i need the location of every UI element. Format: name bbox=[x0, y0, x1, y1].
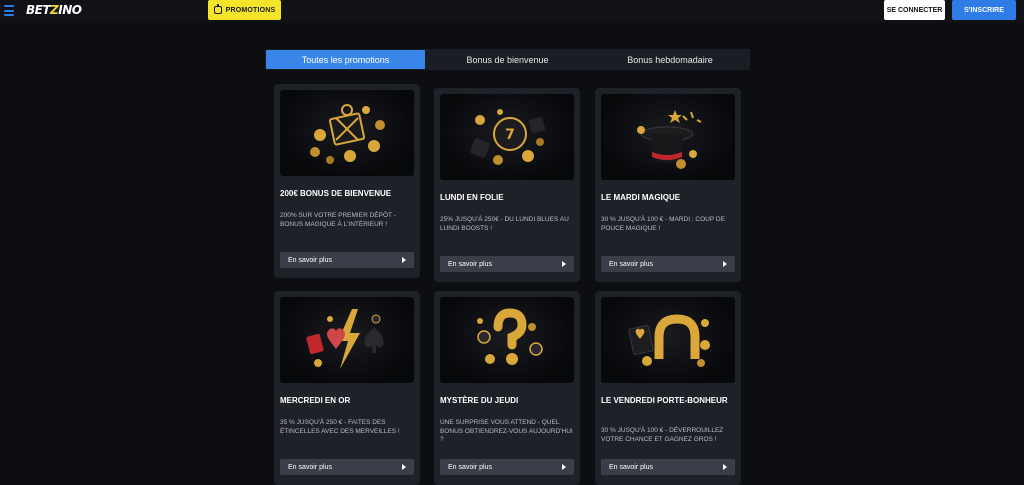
signup-label: S'INSCRIRE bbox=[964, 6, 1004, 14]
tab-welcome-bonus[interactable]: Bonus de bienvenue bbox=[425, 49, 590, 70]
promo-card: MERCREDI EN OR 35 % JUSQU'À 250 € - FAIT… bbox=[274, 291, 420, 485]
logo[interactable]: BETZINO bbox=[26, 2, 82, 18]
promo-card: LE MARDI MAGIQUE 30 % JUSQU'À 100 € - MA… bbox=[595, 88, 741, 282]
card-title: LE VENDREDI PORTE-BONHEUR bbox=[601, 396, 728, 405]
promotions-button[interactable]: PROMOTIONS bbox=[208, 0, 281, 20]
question-mark-coins-icon bbox=[440, 297, 574, 383]
svg-text:7: 7 bbox=[505, 127, 515, 143]
play-arrow-icon bbox=[562, 464, 566, 470]
gift-box-coins-icon bbox=[280, 90, 414, 176]
card-description: 200% SUR VOTRE PREMIER DÉPÔT - BONUS MAG… bbox=[280, 212, 396, 228]
learn-more-button[interactable]: En savoir plus bbox=[440, 459, 574, 475]
promotions-label: PROMOTIONS bbox=[225, 6, 276, 14]
card-description: UNE SURPRISE VOUS ATTEND - QUEL BONUS OB… bbox=[440, 419, 573, 443]
card-title: 200€ BONUS DE BIENVENUE bbox=[280, 189, 392, 198]
logo-text-suffix: INO bbox=[58, 3, 82, 17]
signup-button[interactable]: S'INSCRIRE bbox=[952, 0, 1016, 20]
play-arrow-icon bbox=[723, 464, 727, 470]
learn-more-button[interactable]: En savoir plus bbox=[440, 256, 574, 272]
learn-more-label: En savoir plus bbox=[609, 463, 653, 471]
card-title: MYSTÈRE DU JEUDI bbox=[440, 396, 519, 405]
promo-card: 7 LUNDI EN FOLIE 25% JUSQU'À 250€ - DU L… bbox=[434, 88, 580, 282]
card-description: 30 % JUSQU'À 100 € - MARDI : COUP DE POU… bbox=[601, 216, 725, 232]
logo-text-prefix: BET bbox=[26, 3, 51, 17]
play-arrow-icon bbox=[402, 464, 406, 470]
card-description: 25% JUSQU'À 250€ - DU LUNDI BLUES AU LUN… bbox=[440, 216, 569, 232]
promo-card: 200€ BONUS DE BIENVENUE 200% SUR VOTRE P… bbox=[274, 84, 420, 278]
learn-more-button[interactable]: En savoir plus bbox=[280, 252, 414, 268]
horseshoe-coins-icon bbox=[601, 297, 735, 383]
card-description: 30 % JUSQU'À 100 € - DÉVERROUILLEZ VOTRE… bbox=[601, 427, 724, 443]
learn-more-label: En savoir plus bbox=[448, 260, 492, 268]
play-arrow-icon bbox=[402, 257, 406, 263]
learn-more-label: En savoir plus bbox=[609, 260, 653, 268]
card-title: LUNDI EN FOLIE bbox=[440, 193, 504, 202]
promo-card: LE VENDREDI PORTE-BONHEUR 30 % JUSQU'À 1… bbox=[595, 291, 741, 485]
login-label: SE CONNECTER bbox=[886, 6, 943, 14]
card-title: MERCREDI EN OR bbox=[280, 396, 351, 405]
top-bar: BETZINO PROMOTIONS SE CONNECTER S'INSCRI… bbox=[0, 0, 1024, 22]
learn-more-button[interactable]: En savoir plus bbox=[601, 256, 735, 272]
gift-icon bbox=[213, 4, 222, 14]
learn-more-label: En savoir plus bbox=[288, 256, 332, 264]
card-title: LE MARDI MAGIQUE bbox=[601, 193, 681, 202]
tab-weekly-bonus[interactable]: Bonus hebdomadaire bbox=[590, 49, 750, 70]
learn-more-button[interactable]: En savoir plus bbox=[601, 459, 735, 475]
login-button[interactable]: SE CONNECTER bbox=[884, 0, 945, 20]
dice-coins-icon: 7 bbox=[440, 94, 574, 180]
logo-text-accent: Z bbox=[50, 3, 59, 17]
learn-more-label: En savoir plus bbox=[288, 463, 332, 471]
learn-more-label: En savoir plus bbox=[448, 463, 492, 471]
learn-more-button[interactable]: En savoir plus bbox=[280, 459, 414, 475]
card-description: 35 % JUSQU'À 250 € - FAITES DES ÉTINCELL… bbox=[280, 419, 400, 435]
promo-card: MYSTÈRE DU JEUDI UNE SURPRISE VOUS ATTEN… bbox=[434, 291, 580, 485]
play-arrow-icon bbox=[562, 261, 566, 267]
magic-hat-icon bbox=[601, 94, 735, 180]
play-arrow-icon bbox=[723, 261, 727, 267]
menu-icon[interactable] bbox=[4, 5, 14, 16]
card-suits-lightning-icon bbox=[280, 297, 414, 383]
tab-all-promotions[interactable]: Toutes les promotions bbox=[266, 50, 425, 69]
promotion-tabs: Toutes les promotions Bonus de bienvenue… bbox=[265, 49, 750, 70]
